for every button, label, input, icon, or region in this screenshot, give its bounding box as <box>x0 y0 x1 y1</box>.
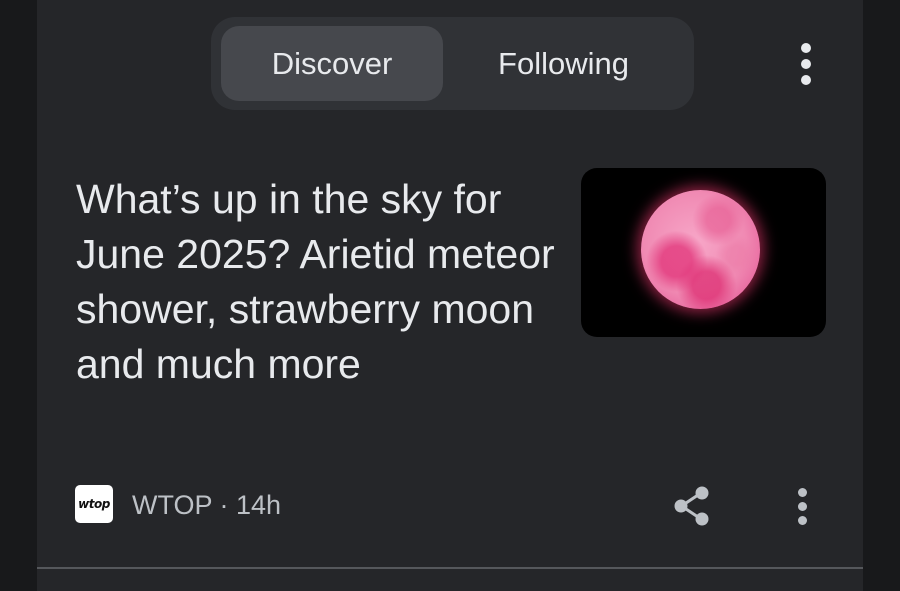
article-headline[interactable]: What’s up in the sky for June 2025? Arie… <box>76 172 566 392</box>
moon-image <box>641 190 760 309</box>
card-divider <box>37 567 863 569</box>
menu-dot <box>801 75 811 85</box>
more-dot <box>798 502 807 511</box>
tab-discover[interactable]: Discover <box>221 26 443 101</box>
source-meta[interactable]: WTOP · 14h <box>132 487 281 523</box>
menu-dot <box>801 59 811 69</box>
article-thumbnail[interactable] <box>581 168 826 337</box>
menu-dot <box>801 43 811 53</box>
feed-tab-bar: Discover Following <box>211 17 694 110</box>
tab-following[interactable]: Following <box>451 26 676 101</box>
more-dot <box>798 516 807 525</box>
more-vert-icon[interactable] <box>790 40 822 88</box>
more-dot <box>798 488 807 497</box>
article-more-icon[interactable] <box>788 486 818 526</box>
share-icon-graphic <box>674 486 709 526</box>
source-logo: wtop <box>75 485 113 523</box>
share-icon[interactable] <box>670 484 714 528</box>
